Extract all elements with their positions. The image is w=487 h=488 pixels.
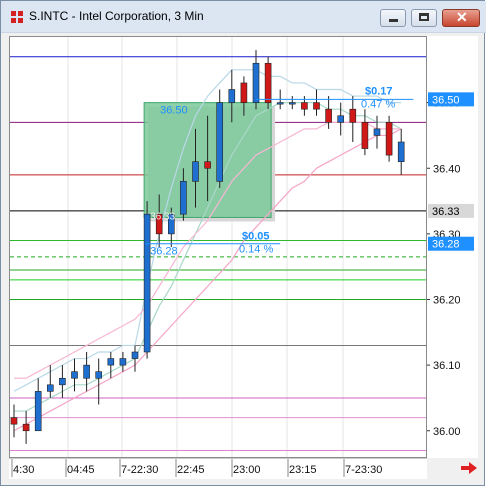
minimize-icon (389, 19, 398, 22)
scroll-right-arrow-icon[interactable] (459, 461, 479, 475)
candle-body (192, 161, 199, 182)
time-tick-label: 04:45 (67, 464, 95, 476)
time-tick-label: 7-22:30 (121, 464, 158, 476)
time-tick-label: 4:30 (13, 464, 34, 476)
price-marker-label: 36.28 (432, 239, 460, 251)
time-tick-label: 23:00 (233, 464, 261, 476)
price-marker-label: 36.50 (432, 94, 460, 106)
candle-body (301, 102, 308, 110)
price-tick-label: 36.10 (433, 360, 461, 372)
candle-body (10, 417, 18, 425)
price-tick-label: 36.20 (433, 295, 461, 307)
candle-body (397, 141, 405, 162)
close-button[interactable]: ✕ (442, 9, 480, 27)
price-axis[interactable]: 36.5036.4036.3036.2036.1036.0036.5036.33… (427, 36, 478, 458)
price-tick-label: 36.00 (433, 426, 461, 438)
box-top-price-label: 36.50 (160, 105, 188, 117)
candle-body (131, 351, 139, 359)
candle-body (71, 371, 78, 379)
candle-body (107, 358, 115, 366)
upper-change-label: $0.17 (365, 85, 393, 97)
candle-body (83, 364, 90, 379)
candle-body (204, 161, 211, 169)
candle-body (228, 89, 236, 103)
time-axis-canvas: 4:30 04:45 7-22:30 22:45 23:00 23:15 7-23:30 (11, 459, 382, 477)
candle-body (119, 358, 127, 366)
time-tick-label: 7-23:30 (345, 464, 382, 476)
lower-pct-label: 0.14 % (239, 244, 273, 256)
price-marker-label: 36.33 (432, 206, 460, 218)
title-bar[interactable]: S.INTC - Intel Corporation, 3 Min ✕ (1, 1, 486, 33)
window-title: S.INTC - Intel Corporation, 3 Min (29, 9, 204, 23)
candle-body (22, 423, 30, 432)
candle-body (59, 377, 66, 386)
candle-body (325, 108, 332, 123)
box-bottom-price-label: 36.28 (150, 246, 178, 258)
chart-window: S.INTC - Intel Corporation, 3 Min ✕ 36.5… (0, 0, 486, 486)
candle-body (337, 115, 345, 123)
candle-body (385, 122, 393, 156)
candle-body (349, 108, 357, 123)
time-tick-label: 23:15 (289, 464, 317, 476)
price-axis-canvas: 36.5036.4036.3036.2036.1036.0036.5036.33… (427, 92, 474, 438)
maximize-button[interactable] (411, 9, 437, 27)
time-tick-label: 22:45 (177, 464, 205, 476)
upper-pct-label: 0.47 % (361, 98, 395, 110)
candle-body (46, 384, 54, 392)
time-axis[interactable]: 4:30 04:45 7-22:30 22:45 23:00 23:15 7-23:30 (9, 458, 427, 479)
candle-body (313, 102, 320, 110)
box-inner-label: 36.33 (150, 211, 175, 222)
candle-body (361, 122, 369, 149)
candle-body (143, 213, 151, 353)
candle-body (276, 102, 284, 105)
candle-body (180, 181, 187, 215)
chart-canvas[interactable]: 36.50 36.28 36.33 $0.170.47 % $0.050.14 % (10, 37, 426, 457)
lower-change-label: $0.05 (242, 231, 270, 243)
close-icon: ✕ (456, 9, 468, 25)
price-tick-label: 36.40 (433, 163, 461, 175)
candle-body (288, 102, 296, 105)
candle-body (252, 62, 260, 103)
candle-body (34, 391, 42, 432)
candle-body (373, 128, 381, 136)
minimize-button[interactable] (380, 9, 406, 27)
candle-body (95, 371, 102, 379)
price-chart[interactable]: 36.50 36.28 36.33 $0.17 0.47 % $0.05 0.14 % (9, 36, 427, 458)
app-grid-icon (11, 11, 23, 23)
candle-body (216, 102, 223, 182)
candle-body (240, 82, 248, 103)
candle-body (264, 62, 272, 103)
maximize-icon (419, 13, 429, 21)
